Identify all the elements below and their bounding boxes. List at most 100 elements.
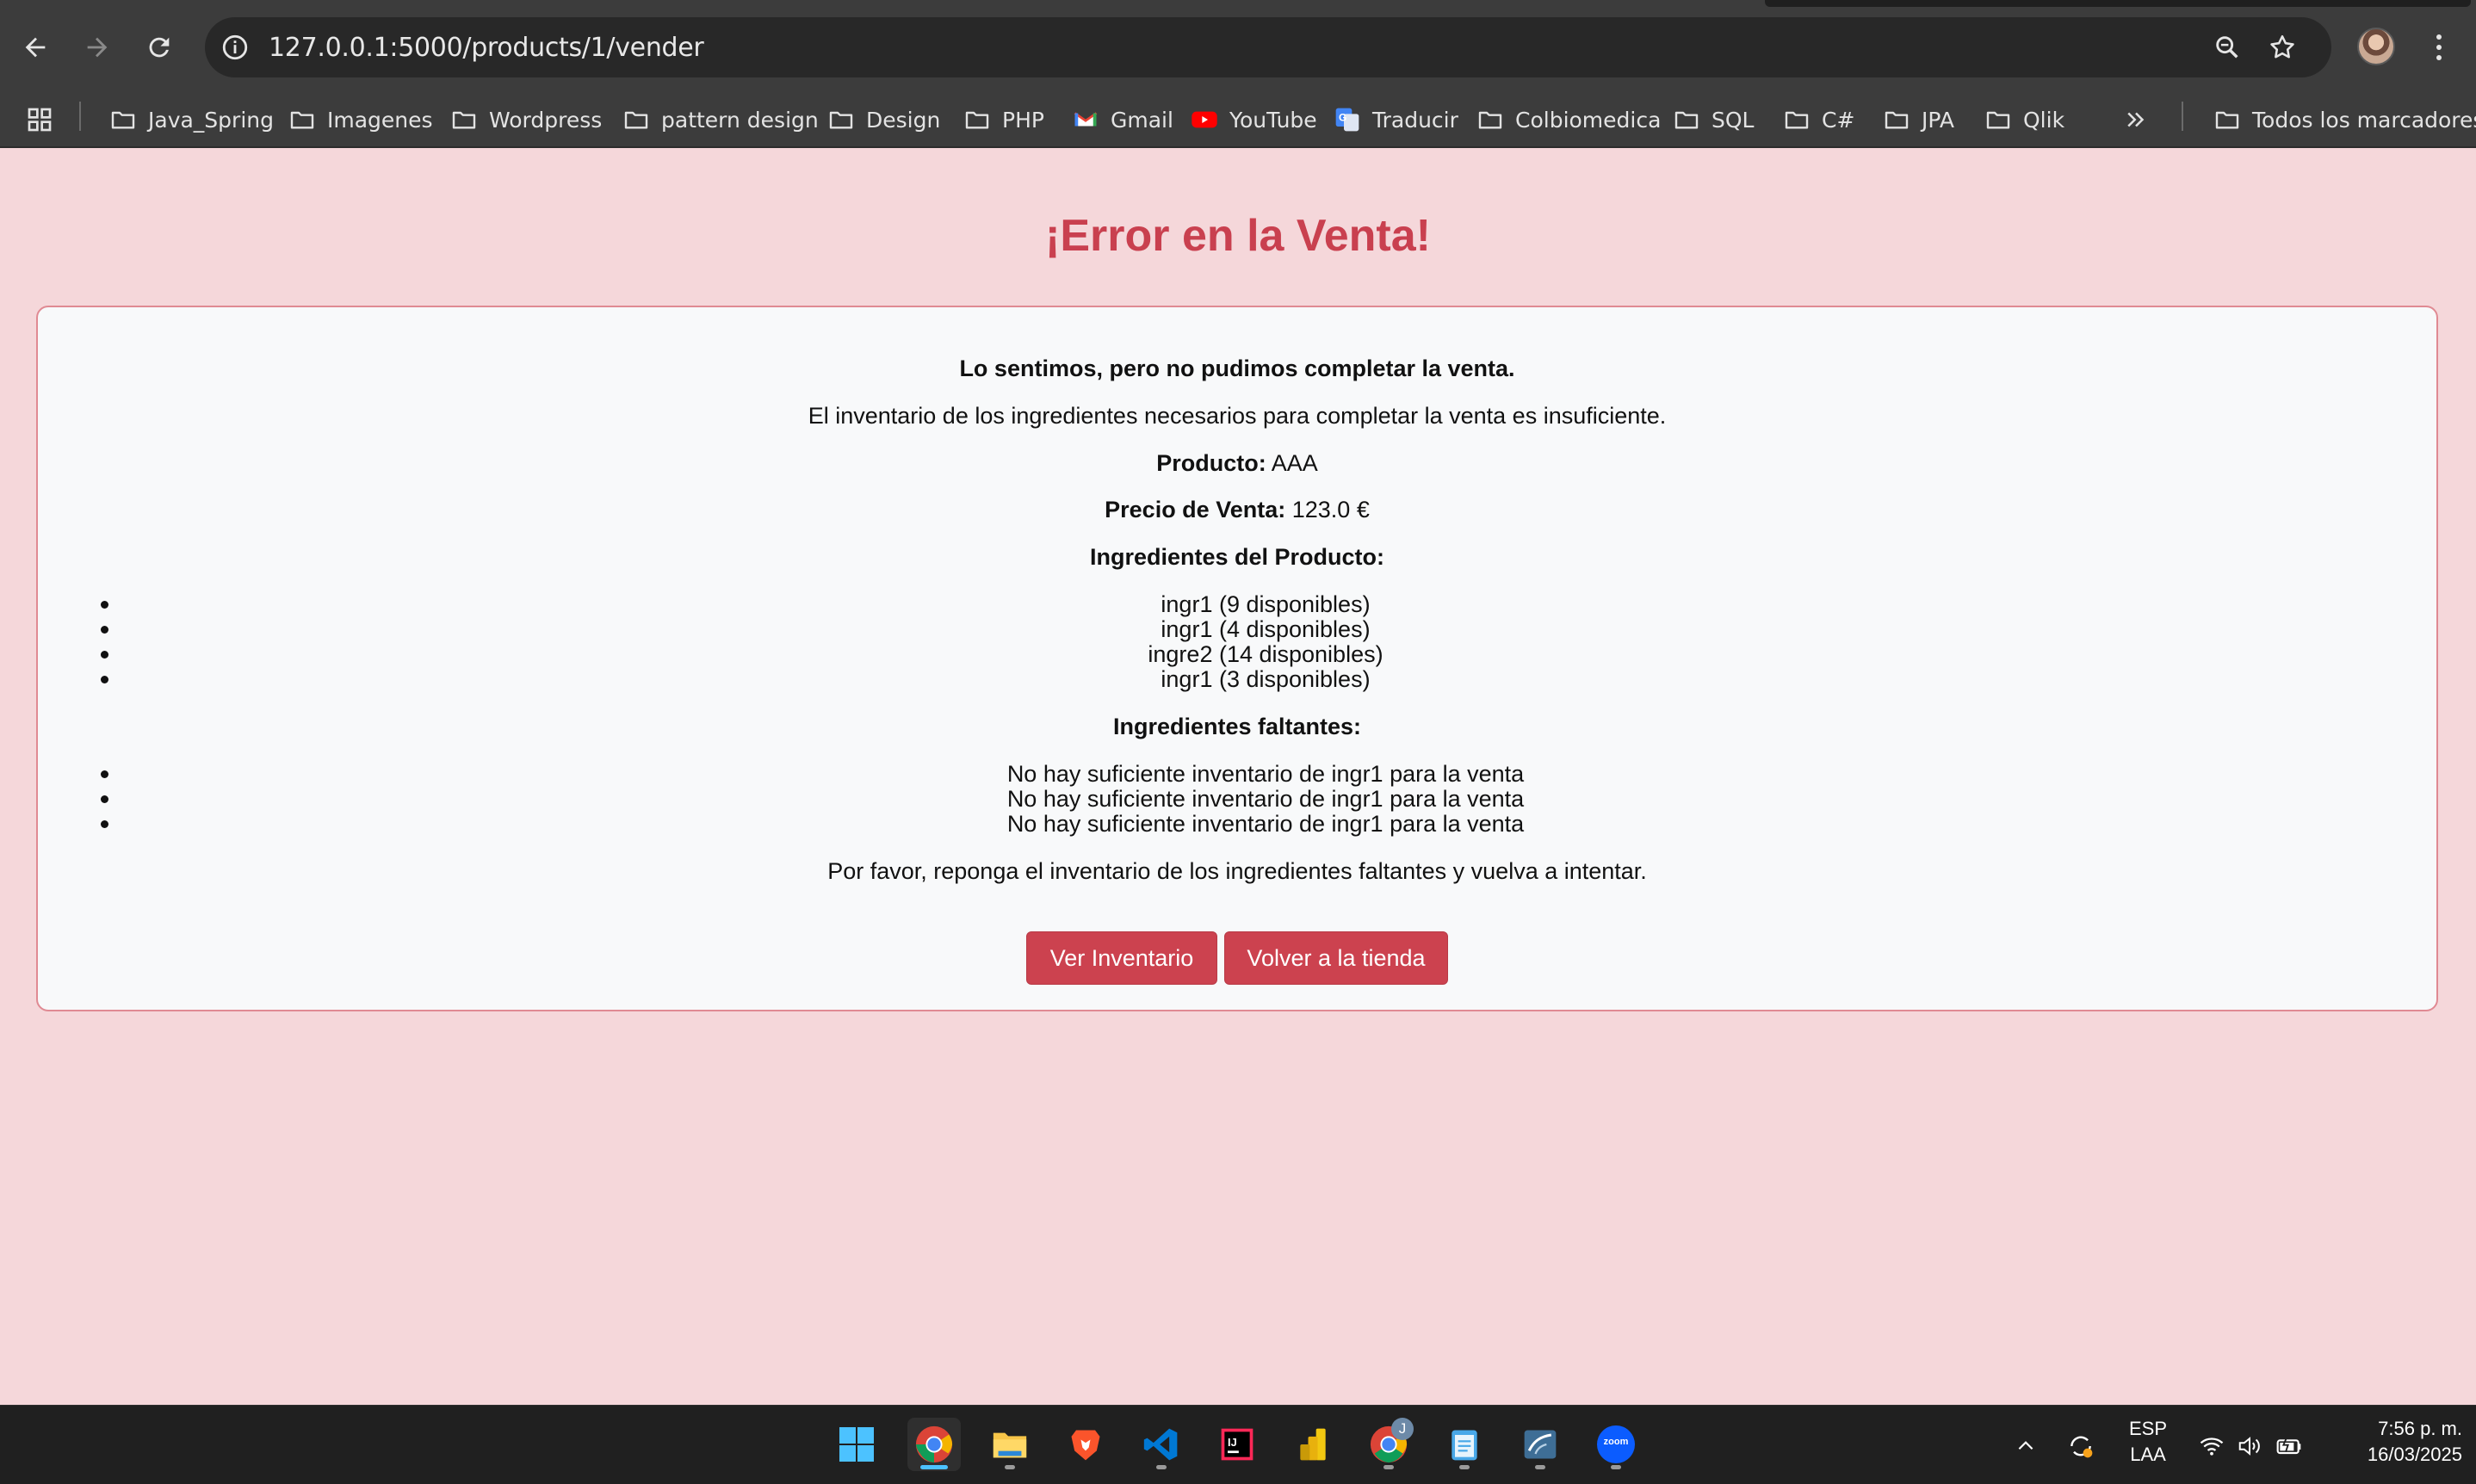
folder-icon <box>963 105 992 134</box>
windows-start-icon[interactable] <box>830 1418 883 1471</box>
bookmark-item[interactable]: SQL <box>1672 102 1754 138</box>
chrome-profile-icon[interactable]: J <box>1362 1418 1415 1471</box>
bookmark-label: Java_Spring <box>148 107 274 133</box>
folder-icon <box>288 105 317 134</box>
brave-icon[interactable] <box>1059 1418 1112 1471</box>
zoom-icon[interactable]: zoom <box>1589 1418 1643 1471</box>
instructions-text: Por favor, reponga el inventario de los … <box>827 858 1647 884</box>
bookmark-label: Imagenes <box>327 107 433 133</box>
address-bar[interactable]: 127.0.0.1:5000/products/1/vender <box>205 17 2331 77</box>
bookmark-label: Colbiomedica <box>1515 107 1662 133</box>
price-label: Precio de Venta: <box>1105 497 1286 522</box>
input-language[interactable]: ESP LAA <box>2120 1416 2176 1468</box>
svg-text:G: G <box>1339 111 1346 123</box>
reload-icon <box>149 37 170 58</box>
folder-icon <box>1476 105 1505 134</box>
bookmark-label: Wordpress <box>489 107 603 133</box>
bookmark-label: Traducir <box>1372 107 1458 133</box>
bookmark-label: pattern design <box>661 107 819 133</box>
youtube-icon <box>1190 105 1219 134</box>
apology-text: Lo sentimos, pero no pudimos completar l… <box>959 356 1515 381</box>
bookmark-item[interactable]: pattern design <box>622 102 819 138</box>
price-value: 123.0 € <box>1291 497 1370 522</box>
bookmark-label: PHP <box>1002 107 1044 133</box>
sync-icon[interactable] <box>2066 1431 2095 1461</box>
bookmark-item[interactable]: C# <box>1782 102 1854 138</box>
bookmark-label: JPA <box>1922 107 1954 133</box>
bookmarks-divider <box>79 102 81 131</box>
error-card: Lo sentimos, pero no pudimos completar l… <box>36 306 2438 1011</box>
zoom-magnifier-icon[interactable] <box>2209 29 2245 65</box>
bookmark-label: Qlik <box>2023 107 2065 133</box>
folder-icon <box>1882 105 1911 134</box>
back-button[interactable] <box>14 26 57 69</box>
clock[interactable]: 7:56 p. m. 16/03/2025 <box>2324 1416 2462 1468</box>
reload-button[interactable] <box>138 26 181 69</box>
folder-icon <box>826 105 856 134</box>
volume-icon[interactable] <box>2235 1431 2264 1461</box>
arrow-left-icon <box>25 37 46 58</box>
wifi-icon[interactable] <box>2197 1431 2226 1461</box>
show-hidden-icons-chevron-icon[interactable] <box>2011 1431 2040 1461</box>
zoom-label: zoom <box>1603 1437 1629 1447</box>
windows-taskbar: IJ J zoom ESP LAA 7:56 p. m. 16/03/2025 <box>0 1405 2476 1484</box>
site-info-icon[interactable] <box>219 31 251 64</box>
folder-icon <box>1782 105 1811 134</box>
folder-icon <box>2213 105 2242 134</box>
bookmark-label: C# <box>1822 107 1855 133</box>
bookmark-item[interactable]: Imagenes <box>288 102 433 138</box>
bookmark-label: SQL <box>1712 107 1755 133</box>
bookmark-label: Gmail <box>1111 107 1173 133</box>
product-label: Producto: <box>1156 450 1266 476</box>
product-line: Producto: AAA <box>38 450 2436 477</box>
battery-icon[interactable] <box>2275 1431 2304 1461</box>
all-bookmarks-folder[interactable]: Todos los marcadores <box>2213 102 2476 138</box>
bookmark-item[interactable]: G Traducir <box>1333 102 1458 138</box>
bookmark-item[interactable]: YouTube <box>1190 102 1317 138</box>
folder-icon <box>622 105 651 134</box>
ingredient-item: ingr1 (4 disponibles) <box>38 616 2436 642</box>
bookmark-item[interactable]: Qlik <box>1984 102 2064 138</box>
intellij-icon[interactable]: IJ <box>1210 1418 1264 1471</box>
vscode-icon[interactable] <box>1135 1418 1188 1471</box>
bookmark-item[interactable]: JPA <box>1882 102 1954 138</box>
back-to-store-button[interactable]: Volver a la tienda <box>1224 931 1448 985</box>
power-bi-icon[interactable] <box>1286 1418 1340 1471</box>
bookmark-star-icon[interactable] <box>2264 29 2300 65</box>
page-title: ¡Error en la Venta! <box>1045 211 1431 261</box>
missing-heading: Ingredientes faltantes: <box>1112 714 1362 739</box>
arrow-right-icon <box>87 37 108 58</box>
browser-menu-icon[interactable] <box>2426 26 2452 69</box>
chrome-icon[interactable] <box>907 1418 961 1471</box>
product-value: AAA <box>1271 450 1318 476</box>
apps-grid-icon[interactable] <box>26 102 53 138</box>
more-bookmarks-chevron-icon[interactable] <box>2123 102 2149 138</box>
mysql-workbench-icon[interactable] <box>1513 1418 1567 1471</box>
clock-date: 16/03/2025 <box>2367 1444 2462 1465</box>
forward-button[interactable] <box>76 26 119 69</box>
folder-icon <box>1984 105 2013 134</box>
url-text[interactable]: 127.0.0.1:5000/products/1/vender <box>269 33 704 63</box>
profile-badge: J <box>1391 1418 1414 1440</box>
all-bookmarks-label: Todos los marcadores <box>2252 107 2476 133</box>
notepad-icon[interactable] <box>1438 1418 1491 1471</box>
view-inventory-button[interactable]: Ver Inventario <box>1026 931 1217 985</box>
ingredient-item: ingre2 (14 disponibles) <box>38 641 2436 667</box>
file-explorer-icon[interactable] <box>983 1418 1037 1471</box>
bookmark-item[interactable]: Design <box>826 102 940 138</box>
ingredient-item: ingr1 (3 disponibles) <box>38 666 2436 692</box>
missing-item: No hay suficiente inventario de ingr1 pa… <box>38 786 2436 812</box>
translate-icon: G <box>1333 105 1362 134</box>
bookmark-item[interactable]: Gmail <box>1071 102 1173 138</box>
bookmark-item[interactable]: Colbiomedica <box>1476 102 1661 138</box>
bookmark-item[interactable]: Wordpress <box>449 102 602 138</box>
price-line: Precio de Venta: 123.0 € <box>38 497 2436 523</box>
ingredients-list: ingr1 (9 disponibles) ingr1 (4 disponible… <box>38 591 2436 692</box>
folder-icon <box>449 105 479 134</box>
bookmark-label: YouTube <box>1229 107 1317 133</box>
bookmark-item[interactable]: PHP <box>963 102 1044 138</box>
insufficient-message: El inventario de los ingredientes necesa… <box>808 403 1667 429</box>
profile-avatar[interactable] <box>2357 28 2395 65</box>
bookmark-item[interactable]: Java_Spring <box>108 102 274 138</box>
clock-time: 7:56 p. m. <box>2378 1418 2462 1439</box>
